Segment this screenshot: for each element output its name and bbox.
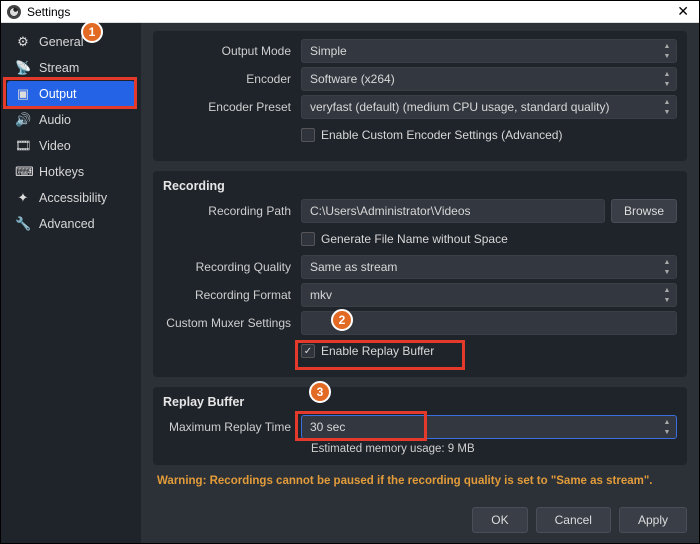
recording-path-input[interactable]: C:\Users\Administrator\Videos xyxy=(301,199,605,223)
output-mode-select[interactable]: Simple ▲▼ xyxy=(301,39,677,63)
sidebar-item-general[interactable]: ⚙ General xyxy=(7,29,135,55)
enable-replay-buffer-checkbox[interactable]: Enable Replay Buffer xyxy=(301,344,434,358)
chevron-up-icon[interactable]: ▲ xyxy=(659,41,675,51)
chevron-down-icon[interactable]: ▼ xyxy=(659,79,675,89)
obs-icon xyxy=(7,5,21,19)
encoder-preset-select[interactable]: veryfast (default) (medium CPU usage, st… xyxy=(301,95,677,119)
video-icon: 🎞 xyxy=(15,138,31,154)
output-mode-label: Output Mode xyxy=(163,44,301,58)
cancel-button[interactable]: Cancel xyxy=(536,507,611,533)
sidebar-item-label: Accessibility xyxy=(39,191,107,205)
encoder-select[interactable]: Software (x264) ▲▼ xyxy=(301,67,677,91)
sidebar-item-video[interactable]: 🎞 Video xyxy=(7,133,135,159)
sidebar-item-label: General xyxy=(39,35,83,49)
sidebar: 1 ⚙ General 📡 Stream ▣ Output 🔊 Audio 🎞 … xyxy=(1,23,141,543)
sidebar-item-label: Hotkeys xyxy=(39,165,84,179)
chevron-up-icon[interactable]: ▲ xyxy=(659,257,675,267)
encoder-preset-label: Encoder Preset xyxy=(163,100,301,114)
checkbox-icon xyxy=(301,232,315,246)
sidebar-item-label: Advanced xyxy=(39,217,95,231)
close-icon[interactable]: ✕ xyxy=(673,3,693,20)
recording-format-select[interactable]: mkv ▲▼ xyxy=(301,283,677,307)
streaming-section: Output Mode Simple ▲▼ Encoder Software (… xyxy=(153,31,687,161)
max-replay-label: Maximum Replay Time xyxy=(163,420,301,434)
chevron-down-icon[interactable]: ▼ xyxy=(659,51,675,61)
gear-icon: ⚙ xyxy=(15,34,31,50)
annotation-badge-3: 3 xyxy=(309,381,331,403)
sidebar-item-label: Output xyxy=(39,87,77,101)
recording-format-label: Recording Format xyxy=(163,288,301,302)
wrench-icon: 🔧 xyxy=(15,216,31,232)
sidebar-item-label: Audio xyxy=(39,113,71,127)
muxer-label: Custom Muxer Settings xyxy=(163,316,301,330)
chevron-down-icon[interactable]: ▼ xyxy=(659,427,675,437)
ok-button[interactable]: OK xyxy=(472,507,527,533)
warning-text: Warning: Recordings cannot be paused if … xyxy=(157,475,683,487)
window-title: Settings xyxy=(27,5,70,19)
titlebar: Settings ✕ xyxy=(1,1,699,23)
accessibility-icon: ✦ xyxy=(15,190,31,206)
chevron-up-icon[interactable]: ▲ xyxy=(659,285,675,295)
footer-buttons: OK Cancel Apply xyxy=(141,499,699,543)
browse-button[interactable]: Browse xyxy=(611,199,677,223)
sidebar-item-output[interactable]: ▣ Output xyxy=(7,81,135,107)
muxer-input[interactable] xyxy=(301,311,677,335)
recording-title: Recording xyxy=(163,179,677,193)
sidebar-item-audio[interactable]: 🔊 Audio xyxy=(7,107,135,133)
main-panel: Output Mode Simple ▲▼ Encoder Software (… xyxy=(141,23,699,543)
encoder-label: Encoder xyxy=(163,72,301,86)
chevron-down-icon[interactable]: ▼ xyxy=(659,295,675,305)
sidebar-item-stream[interactable]: 📡 Stream xyxy=(7,55,135,81)
replay-title: Replay Buffer xyxy=(163,395,677,409)
estimated-memory-label: Estimated memory usage: 9 MB xyxy=(311,443,677,455)
apply-button[interactable]: Apply xyxy=(619,507,687,533)
recording-quality-select[interactable]: Same as stream ▲▼ xyxy=(301,255,677,279)
chevron-up-icon[interactable]: ▲ xyxy=(659,417,675,427)
checkbox-icon xyxy=(301,128,315,142)
annotation-badge-1: 1 xyxy=(81,21,103,43)
checkbox-checked-icon xyxy=(301,344,315,358)
sidebar-item-advanced[interactable]: 🔧 Advanced xyxy=(7,211,135,237)
chevron-up-icon[interactable]: ▲ xyxy=(659,97,675,107)
recording-quality-label: Recording Quality xyxy=(163,260,301,274)
replay-buffer-section: 3 Replay Buffer Maximum Replay Time 30 s… xyxy=(153,387,687,465)
antenna-icon: 📡 xyxy=(15,60,31,76)
custom-encoder-checkbox[interactable]: Enable Custom Encoder Settings (Advanced… xyxy=(301,128,562,142)
recording-path-label: Recording Path xyxy=(163,204,301,218)
sidebar-item-label: Stream xyxy=(39,61,79,75)
chevron-down-icon[interactable]: ▼ xyxy=(659,267,675,277)
chevron-down-icon[interactable]: ▼ xyxy=(659,107,675,117)
sidebar-item-label: Video xyxy=(39,139,71,153)
max-replay-input[interactable]: 30 sec ▲▼ xyxy=(301,415,677,439)
chevron-up-icon[interactable]: ▲ xyxy=(659,69,675,79)
nospace-checkbox[interactable]: Generate File Name without Space xyxy=(301,232,508,246)
sidebar-item-hotkeys[interactable]: ⌨ Hotkeys xyxy=(7,159,135,185)
annotation-badge-2: 2 xyxy=(331,309,353,331)
recording-section: Recording Recording Path C:\Users\Admini… xyxy=(153,171,687,377)
audio-icon: 🔊 xyxy=(15,112,31,128)
keyboard-icon: ⌨ xyxy=(15,164,31,180)
output-icon: ▣ xyxy=(15,86,31,102)
sidebar-item-accessibility[interactable]: ✦ Accessibility xyxy=(7,185,135,211)
